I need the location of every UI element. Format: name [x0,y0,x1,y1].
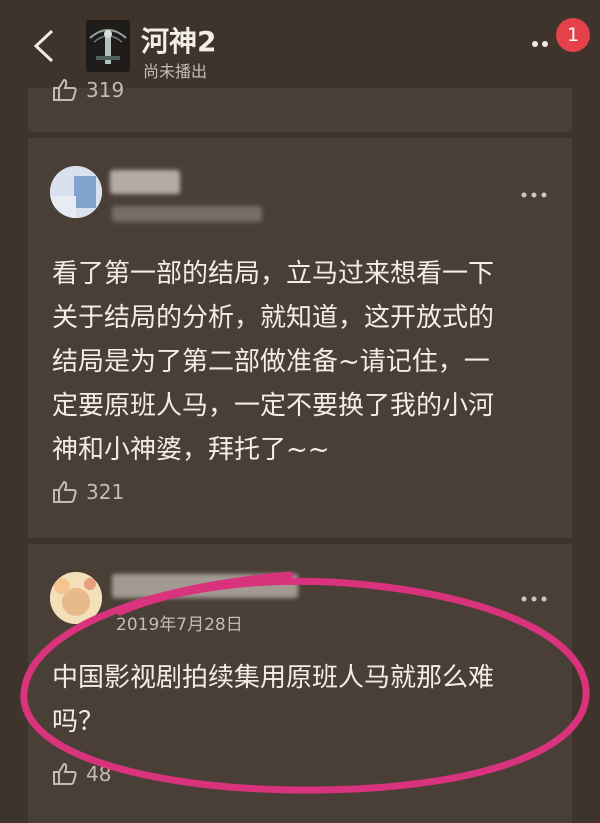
notification-badge[interactable]: 1 [556,18,590,52]
top-bar: 河神2 尚未播出 1 [0,0,600,88]
thumbs-up-icon [53,78,77,101]
date-blurred [112,206,262,222]
comment-more-dots-icon[interactable] [520,590,548,603]
avatar[interactable] [50,166,102,218]
comment-text: 中国影视剧拍续集用原班人马就那么难 吗？ [52,663,495,737]
thumbs-up-icon [53,762,77,785]
like-count: 48 [86,762,112,786]
comment-date: 2019年7月28日 [116,615,243,635]
avatar[interactable] [50,572,102,624]
username-blurred[interactable] [112,574,298,598]
page-title: 河神2 [141,25,217,58]
like-button[interactable]: 48 [52,762,111,786]
thumbs-up-icon [53,480,77,503]
like-button[interactable]: 319 [52,78,124,102]
like-count: 321 [86,480,125,504]
like-button[interactable]: 321 [52,480,124,504]
back-chevron-icon[interactable] [30,28,58,64]
comment-more-dots-icon[interactable] [520,186,548,199]
like-count: 319 [86,78,125,102]
username-blurred[interactable] [110,170,180,194]
movie-poster-thumbnail[interactable] [86,20,130,72]
comment-text: 看了第一部的结局，立马过来想看一下 关于结局的分析，就知道，这开放式的 结局是为… [52,259,495,465]
release-status: 尚未播出 [143,62,208,81]
